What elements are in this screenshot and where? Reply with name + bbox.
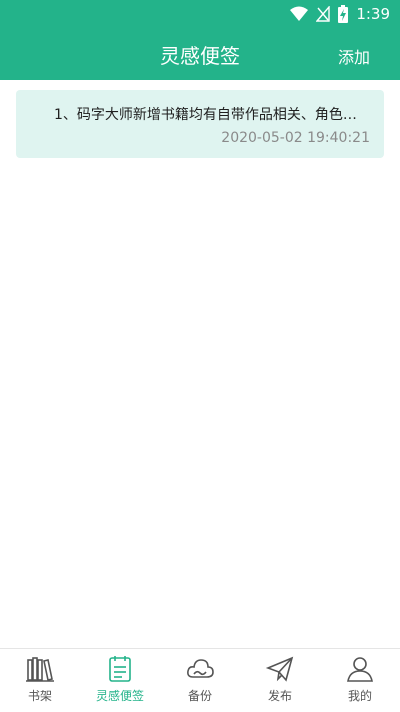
no-signal-icon bbox=[316, 6, 331, 22]
tab-label: 备份 bbox=[187, 689, 212, 703]
battery-charging-icon bbox=[338, 5, 349, 23]
bottom-tab-bar: 书架 灵感便签 备份 发布 我的 bbox=[0, 648, 400, 712]
tab-label: 我的 bbox=[347, 689, 372, 703]
bookshelf-icon bbox=[26, 657, 54, 682]
status-time: 1:39 bbox=[356, 5, 390, 23]
tab-profile[interactable]: 我的 bbox=[320, 649, 400, 712]
user-icon bbox=[347, 657, 373, 682]
tab-bookshelf[interactable]: 书架 bbox=[0, 649, 80, 712]
note-timestamp: 2020-05-02 19:40:21 bbox=[221, 130, 370, 146]
wifi-icon bbox=[290, 6, 309, 21]
status-bar: 1:39 bbox=[0, 0, 400, 28]
tab-backup[interactable]: 备份 bbox=[160, 649, 240, 712]
status-icons: 1:39 bbox=[290, 4, 390, 24]
tab-label: 发布 bbox=[267, 689, 292, 703]
app-header: 灵感便签 添加 bbox=[0, 28, 400, 80]
tab-publish[interactable]: 发布 bbox=[240, 649, 320, 712]
note-card[interactable]: 1、码字大师新增书籍均有自带作品相关、角色… 2020-05-02 19:40:… bbox=[16, 90, 384, 158]
note-text: 1、码字大师新增书籍均有自带作品相关、角色… bbox=[54, 107, 357, 123]
tab-notes[interactable]: 灵感便签 bbox=[80, 649, 160, 712]
cloud-icon bbox=[187, 659, 214, 678]
add-button[interactable]: 添加 bbox=[338, 44, 370, 68]
tab-label: 灵感便签 bbox=[95, 689, 144, 703]
tab-label: 书架 bbox=[27, 689, 52, 703]
paper-plane-icon bbox=[265, 656, 294, 682]
notepad-icon bbox=[109, 656, 131, 682]
note-list: 1、码字大师新增书籍均有自带作品相关、角色… 2020-05-02 19:40:… bbox=[16, 90, 384, 158]
